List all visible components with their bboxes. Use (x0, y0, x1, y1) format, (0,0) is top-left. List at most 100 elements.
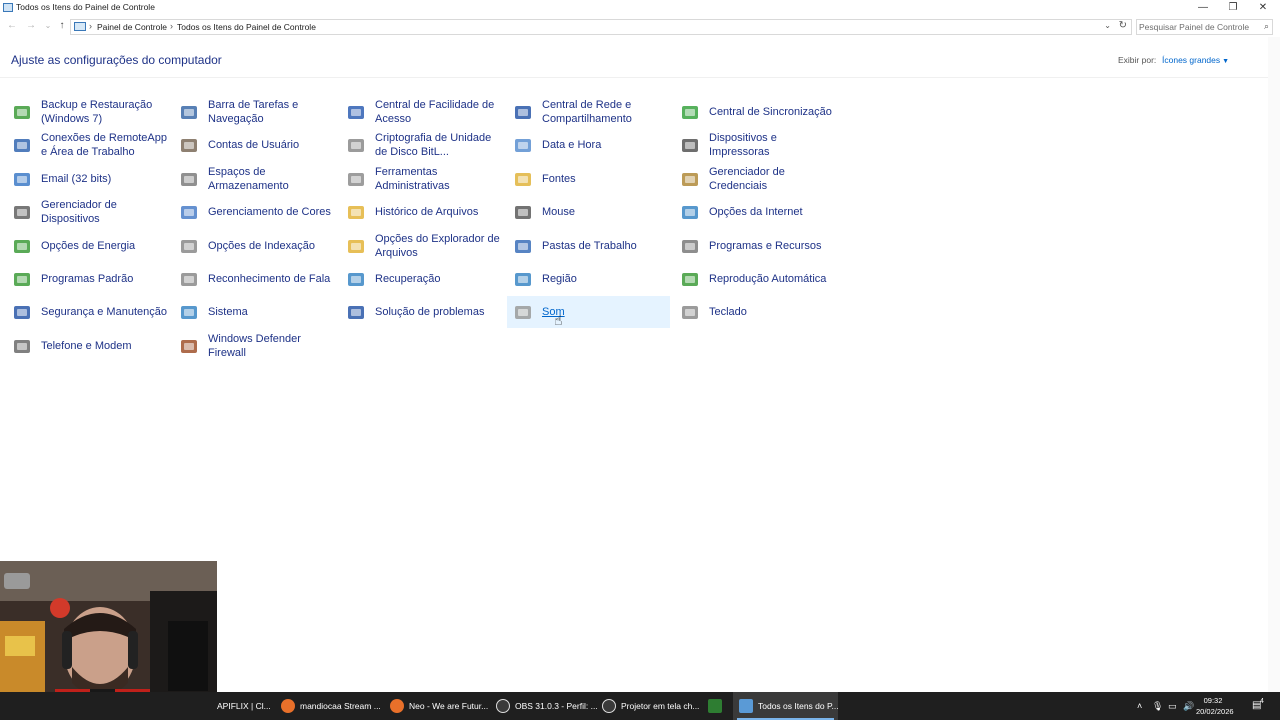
control-panel-item[interactable]: Barra de Tarefas e Navegação (173, 96, 336, 128)
control-panel-item-label[interactable]: Gerenciador de Credenciais (709, 165, 837, 193)
recent-locations-icon[interactable]: ⌄ (41, 19, 55, 33)
control-panel-item[interactable]: Gerenciamento de Cores (173, 196, 336, 228)
up-arrow-icon[interactable]: ↑ (55, 19, 69, 33)
control-panel-item[interactable]: Mouse (507, 196, 670, 228)
back-arrow-icon[interactable]: ← (5, 19, 19, 33)
control-panel-item-label[interactable]: Gerenciador de Dispositivos (41, 198, 169, 226)
control-panel-item-label[interactable]: Teclado (709, 305, 837, 319)
taskbar-app-button[interactable]: Projetor em tela ch... (596, 692, 699, 720)
control-panel-item-label[interactable]: Windows Defender Firewall (208, 332, 336, 360)
control-panel-item[interactable]: Pastas de Trabalho (507, 230, 670, 262)
control-panel-item[interactable]: Espaços de Armazenamento (173, 163, 336, 195)
control-panel-item-label[interactable]: Central de Sincronização (709, 105, 837, 119)
view-by-value[interactable]: Ícones grandes (1162, 55, 1220, 65)
control-panel-item-label[interactable]: Ferramentas Administrativas (375, 165, 503, 193)
control-panel-item-label[interactable]: Pastas de Trabalho (542, 239, 670, 253)
forward-arrow-icon[interactable]: → (24, 19, 38, 33)
scrollbar[interactable] (1268, 37, 1280, 692)
control-panel-item-label[interactable]: Opções de Energia (41, 239, 169, 253)
control-panel-item-label[interactable]: Programas e Recursos (709, 239, 837, 253)
control-panel-item-label[interactable]: Backup e Restauração (Windows 7) (41, 98, 169, 126)
taskbar-app-button[interactable]: Neo - We are Futur... (384, 692, 488, 720)
control-panel-item-label[interactable]: Contas de Usuário (208, 138, 336, 152)
chevron-right-icon[interactable]: › (170, 21, 173, 31)
chevron-right-icon[interactable]: › (89, 21, 92, 31)
control-panel-item-label[interactable]: Central de Rede e Compartilhamento (542, 98, 670, 126)
view-by-dropdown[interactable]: Ícones grandes ▼ (1162, 55, 1229, 65)
control-panel-item[interactable]: Telefone e Modem (6, 330, 169, 362)
control-panel-item-label[interactable]: Mouse (542, 205, 670, 219)
control-panel-item[interactable]: Ferramentas Administrativas (340, 163, 503, 195)
control-panel-item[interactable]: Reconhecimento de Fala (173, 263, 336, 295)
control-panel-item-label[interactable]: Segurança e Manutenção (41, 305, 169, 319)
control-panel-item[interactable]: Dispositivos e Impressoras (674, 129, 837, 161)
taskbar-app-button[interactable]: OBS 31.0.3 - Perfil: ... (490, 692, 598, 720)
control-panel-item[interactable]: Central de Rede e Compartilhamento (507, 96, 670, 128)
network-icon[interactable]: ▭ (1168, 692, 1177, 720)
control-panel-item-label[interactable]: Espaços de Armazenamento (208, 165, 336, 193)
search-icon[interactable]: ⌕ (1264, 21, 1269, 32)
control-panel-item[interactable]: Recuperação (340, 263, 503, 295)
control-panel-item-label[interactable]: Opções de Indexação (208, 239, 336, 253)
breadcrumb[interactable]: › Painel de Controle › Todos os Itens do… (70, 19, 1132, 35)
control-panel-item[interactable]: Opções de Energia (6, 230, 169, 262)
control-panel-item[interactable]: Data e Hora (507, 129, 670, 161)
taskbar-app-button[interactable]: APIFLIX | Cl... (217, 692, 273, 720)
control-panel-item-label[interactable]: Programas Padrão (41, 272, 169, 286)
control-panel-item-label[interactable]: Email (32 bits) (41, 172, 169, 186)
control-panel-item-label[interactable]: Solução de problemas (375, 305, 503, 319)
control-panel-item[interactable]: Sistema (173, 296, 336, 328)
restore-button[interactable]: ❐ (1218, 0, 1248, 16)
chevron-down-icon[interactable]: ⌄ (1104, 21, 1111, 30)
taskbar-app-button[interactable] (702, 692, 730, 720)
control-panel-item-label[interactable]: Recuperação (375, 272, 503, 286)
microphone-icon[interactable]: 🎙 (1152, 692, 1163, 720)
control-panel-item[interactable]: Teclado (674, 296, 837, 328)
control-panel-item[interactable]: Programas e Recursos (674, 230, 837, 262)
control-panel-item[interactable]: Conexões de RemoteApp e Área de Trabalho (6, 129, 169, 161)
close-button[interactable]: ✕ (1248, 0, 1278, 16)
clock-time[interactable]: 09:32 (1196, 695, 1230, 706)
control-panel-item-label[interactable]: Dispositivos e Impressoras (709, 131, 837, 159)
control-panel-item-label[interactable]: Fontes (542, 172, 670, 186)
control-panel-item[interactable]: Criptografia de Unidade de Disco BitL... (340, 129, 503, 161)
control-panel-item-label[interactable]: Barra de Tarefas e Navegação (208, 98, 336, 126)
control-panel-item-label[interactable]: Região (542, 272, 670, 286)
control-panel-item[interactable]: Email (32 bits) (6, 163, 169, 195)
control-panel-item[interactable]: Região (507, 263, 670, 295)
notification-center-button[interactable]: ▤ 4 (1252, 692, 1264, 720)
breadcrumb-item-painel[interactable]: Painel de Controle (97, 22, 167, 32)
control-panel-item-label[interactable]: Sistema (208, 305, 336, 319)
refresh-icon[interactable]: ↻ (1119, 20, 1127, 31)
minimize-button[interactable]: — (1188, 0, 1218, 16)
search-input[interactable] (1139, 21, 1255, 33)
control-panel-item[interactable]: Gerenciador de Credenciais (674, 163, 837, 195)
control-panel-item-label[interactable]: Histórico de Arquivos (375, 205, 503, 219)
control-panel-item[interactable]: Opções de Indexação (173, 230, 336, 262)
control-panel-item[interactable]: Backup e Restauração (Windows 7) (6, 96, 169, 128)
control-panel-item[interactable]: Opções da Internet (674, 196, 837, 228)
control-panel-item-label[interactable]: Gerenciamento de Cores (208, 205, 336, 219)
breadcrumb-item-todos[interactable]: Todos os Itens do Painel de Controle (177, 22, 316, 32)
control-panel-item[interactable]: Solução de problemas (340, 296, 503, 328)
control-panel-item-label[interactable]: Telefone e Modem (41, 339, 169, 353)
caret-down-icon[interactable]: ▼ (1222, 58, 1229, 65)
control-panel-item-label[interactable]: Opções do Explorador de Arquivos (375, 232, 503, 260)
control-panel-item[interactable]: Contas de Usuário (173, 129, 336, 161)
search-box[interactable]: ⌕ (1136, 19, 1273, 35)
clock-date[interactable]: 20/02/2026 (1196, 706, 1234, 717)
system-clock[interactable]: 09:32 20/02/2026 (1196, 695, 1234, 717)
control-panel-item-label[interactable]: Central de Facilidade de Acesso (375, 98, 503, 126)
control-panel-item-label[interactable]: Data e Hora (542, 138, 670, 152)
control-panel-item-label[interactable]: Reconhecimento de Fala (208, 272, 336, 286)
control-panel-item-label[interactable]: Reprodução Automática (709, 272, 837, 286)
taskbar-app-button[interactable]: Todos os Itens do P... (733, 692, 839, 720)
control-panel-item[interactable]: Som (507, 296, 670, 329)
control-panel-item[interactable]: Opções do Explorador de Arquivos (340, 230, 503, 262)
control-panel-item[interactable]: Histórico de Arquivos (340, 196, 503, 228)
control-panel-item-label[interactable]: Conexões de RemoteApp e Área de Trabalho (41, 131, 169, 159)
control-panel-item[interactable]: Fontes (507, 163, 670, 195)
taskbar-app-button[interactable]: mandiocaa Stream ... (275, 692, 381, 720)
control-panel-item[interactable]: Segurança e Manutenção (6, 296, 169, 328)
control-panel-item[interactable]: Central de Facilidade de Acesso (340, 96, 503, 128)
